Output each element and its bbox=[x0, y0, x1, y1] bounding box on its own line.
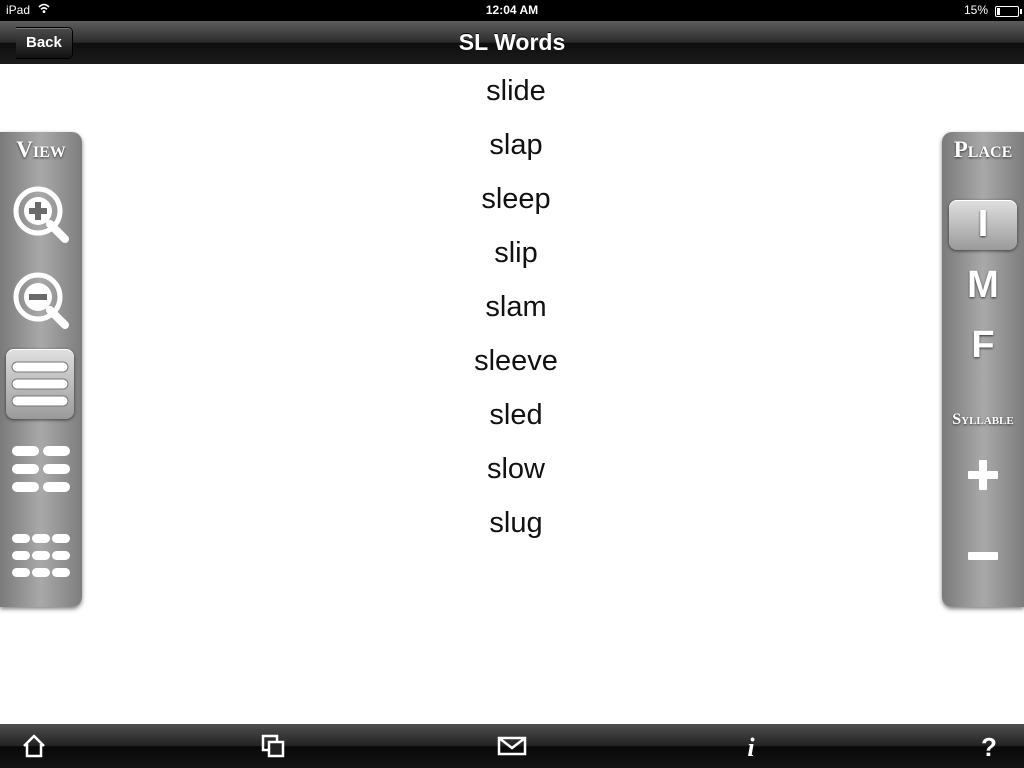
help-icon[interactable]: ? bbox=[976, 733, 1002, 759]
plus-icon[interactable] bbox=[967, 459, 999, 491]
word-item: sled bbox=[489, 399, 543, 431]
word-item: slam bbox=[485, 291, 547, 323]
home-icon[interactable] bbox=[21, 733, 47, 759]
place-initial-label: I bbox=[977, 203, 989, 245]
back-button[interactable]: Back bbox=[16, 27, 73, 59]
word-item: slip bbox=[494, 237, 538, 269]
one-column-list-icon bbox=[11, 361, 69, 407]
minus-icon[interactable] bbox=[967, 550, 999, 562]
three-column-list-icon[interactable] bbox=[10, 530, 72, 584]
svg-text:?: ? bbox=[981, 733, 997, 759]
back-button-label: Back bbox=[26, 34, 62, 51]
place-final-button[interactable]: F bbox=[942, 324, 1024, 367]
navigation-bar: SL Words Back bbox=[0, 21, 1024, 64]
clock: 12:04 AM bbox=[485, 3, 539, 17]
bottom-toolbar: i ? bbox=[0, 724, 1024, 768]
place-panel: Place I M F Syllable bbox=[942, 132, 1024, 607]
word-item: slug bbox=[489, 507, 543, 539]
view-panel-title: View bbox=[16, 137, 66, 162]
word-item: slide bbox=[486, 75, 546, 107]
place-panel-title: Place bbox=[953, 137, 1013, 162]
place-initial-button[interactable]: I bbox=[949, 200, 1017, 250]
zoom-in-icon[interactable] bbox=[10, 184, 72, 246]
word-item: slow bbox=[486, 453, 545, 485]
word-list: slide slap sleep slip slam sleeve sled slow slug bbox=[0, 64, 1024, 550]
page-title: SL Words bbox=[458, 29, 566, 55]
word-item: sleep bbox=[481, 183, 551, 215]
zoom-out-icon[interactable] bbox=[10, 270, 72, 332]
place-medial-button[interactable]: M bbox=[942, 264, 1024, 307]
two-column-list-icon[interactable] bbox=[10, 442, 72, 498]
status-bar: iPad 12:04 AM 15% bbox=[0, 0, 1024, 21]
svg-text:i: i bbox=[747, 733, 755, 759]
view-panel: View bbox=[0, 132, 82, 607]
battery-percent: 15% bbox=[963, 3, 988, 17]
word-item: sleeve bbox=[474, 345, 558, 377]
mail-icon[interactable] bbox=[497, 733, 527, 759]
syllable-label: Syllable bbox=[952, 411, 1014, 428]
battery-icon bbox=[995, 6, 1022, 17]
one-column-button[interactable] bbox=[6, 349, 74, 419]
copy-icon[interactable] bbox=[260, 733, 286, 759]
word-item: slap bbox=[489, 129, 543, 161]
info-icon[interactable]: i bbox=[738, 733, 764, 759]
